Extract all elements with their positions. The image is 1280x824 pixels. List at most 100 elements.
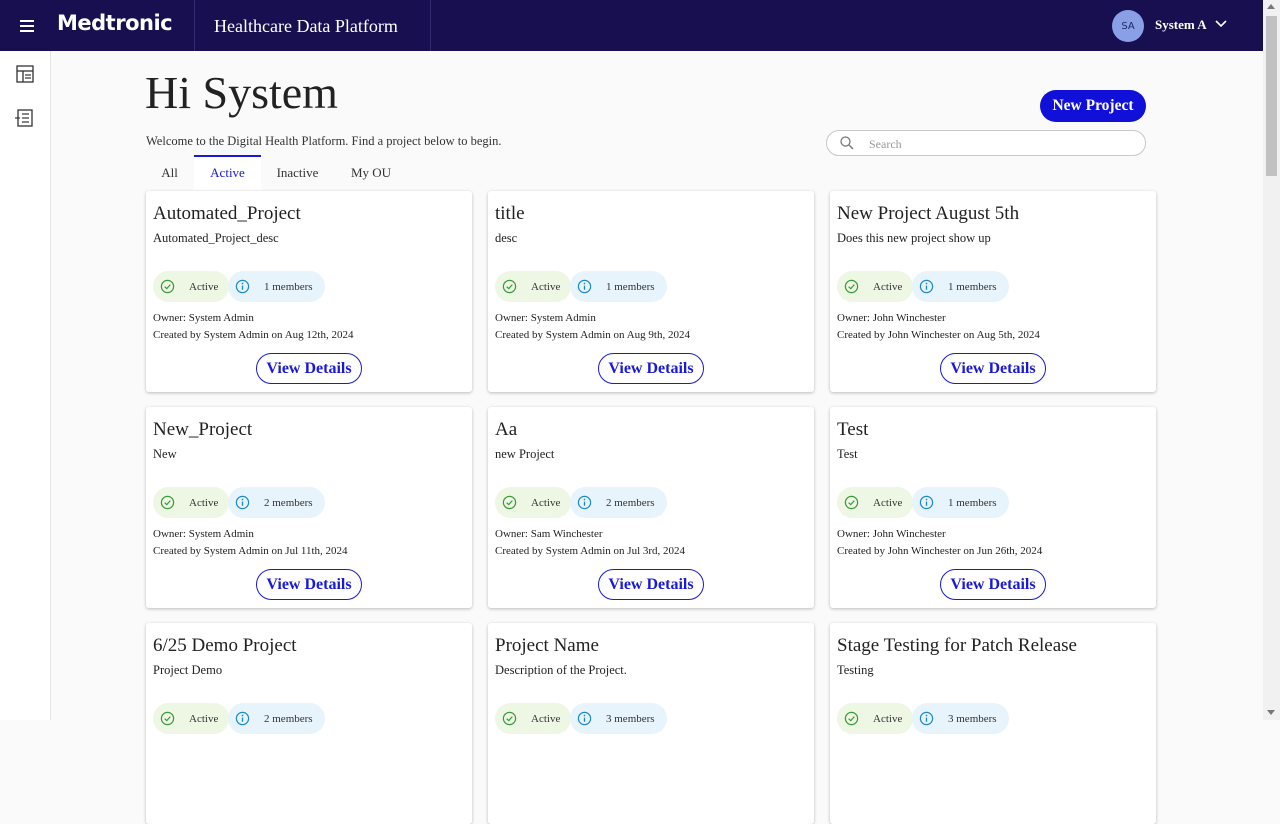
view-details-button[interactable]: View Details	[598, 353, 704, 384]
project-card[interactable]: Automated_Project Automated_Project_desc A…	[146, 191, 472, 392]
new-project-button[interactable]: New Project	[1040, 90, 1146, 122]
project-created: Created by System Admin on Jul 11th, 202…	[153, 545, 348, 557]
members-count: 1 members	[948, 496, 997, 509]
info-icon	[919, 279, 934, 294]
members-badge: 3 members	[570, 703, 667, 734]
check-circle-icon	[844, 279, 859, 294]
members-count: 2 members	[264, 712, 313, 725]
project-title: New_Project	[153, 419, 253, 440]
project-description: Does this new project show up	[837, 231, 991, 245]
members-count: 2 members	[264, 496, 313, 509]
view-details-button[interactable]: View Details	[598, 569, 704, 600]
welcome-text: Welcome to the Digital Health Platform. …	[146, 134, 502, 148]
project-title: Project Name	[495, 635, 599, 656]
project-card[interactable]: New Project August 5th Does this new proj…	[830, 191, 1156, 392]
project-card[interactable]: Project Name Description of the Project. A…	[488, 623, 814, 824]
project-card[interactable]: New_Project New Active 2 members Owner: Syst…	[146, 407, 472, 608]
status-badge: Active	[153, 703, 230, 734]
search-box[interactable]	[826, 130, 1146, 156]
view-details-button[interactable]: View Details	[940, 569, 1046, 600]
project-description: New	[153, 447, 177, 461]
project-description: Project Demo	[153, 663, 223, 677]
project-title: 6/25 Demo Project	[153, 635, 297, 656]
status-label: Active	[531, 712, 561, 725]
status-badge: Active	[837, 703, 914, 734]
project-card[interactable]: title desc Active 1 members Owner: System Ad…	[488, 191, 814, 392]
check-circle-icon	[160, 495, 175, 510]
project-owner: Owner: John Winchester	[837, 312, 946, 324]
tab-active[interactable]: Active	[194, 155, 261, 190]
members-count: 2 members	[606, 496, 655, 509]
project-description: desc	[495, 231, 518, 245]
scroll-up-arrow-icon[interactable]	[1267, 4, 1275, 9]
view-details-button[interactable]: View Details	[256, 353, 362, 384]
members-badge: 3 members	[912, 703, 1009, 734]
status-label: Active	[531, 280, 561, 293]
info-icon	[919, 711, 934, 726]
info-icon	[919, 495, 934, 510]
project-list-icon[interactable]	[15, 108, 35, 128]
status-badge: Active	[153, 487, 230, 518]
project-title: New Project August 5th	[837, 203, 1020, 224]
members-badge: 1 members	[912, 271, 1009, 302]
project-title: Automated_Project	[153, 203, 301, 224]
project-card[interactable]: 6/25 Demo Project Project Demo Active 2 mem…	[146, 623, 472, 824]
members-badge: 2 members	[228, 487, 325, 518]
view-details-button[interactable]: View Details	[256, 569, 362, 600]
check-circle-icon	[502, 495, 517, 510]
search-input[interactable]	[867, 134, 1141, 154]
info-icon	[577, 279, 592, 294]
project-owner: Owner: John Winchester	[837, 528, 946, 540]
status-badge: Active	[495, 703, 572, 734]
scroll-thumb[interactable]	[1266, 16, 1277, 176]
tab-my-ou[interactable]: My OU	[334, 155, 408, 190]
view-details-button[interactable]: View Details	[940, 353, 1046, 384]
status-badge: Active	[153, 271, 230, 302]
hamburger-menu-icon[interactable]	[14, 13, 40, 39]
project-created: Created by System Admin on Aug 9th, 2024	[495, 329, 690, 341]
tab-all[interactable]: All	[145, 155, 194, 190]
status-badge: Active	[837, 487, 914, 518]
page-greeting: Hi System	[145, 67, 338, 118]
side-rail	[0, 51, 51, 720]
platform-title: Healthcare Data Platform	[214, 16, 398, 36]
members-count: 3 members	[948, 712, 997, 725]
members-badge: 1 members	[912, 487, 1009, 518]
members-count: 1 members	[264, 280, 313, 293]
search-icon	[840, 136, 854, 150]
check-circle-icon	[160, 279, 175, 294]
info-icon	[235, 495, 250, 510]
project-description: new Project	[495, 447, 555, 461]
project-owner: Owner: System Admin	[153, 312, 254, 324]
user-avatar[interactable]: SA	[1112, 10, 1144, 42]
user-name[interactable]: System A	[1155, 17, 1207, 33]
chevron-down-icon[interactable]	[1215, 19, 1227, 29]
check-circle-icon	[844, 711, 859, 726]
project-card[interactable]: Aa new Project Active 2 members Owner: Sam W…	[488, 407, 814, 608]
appbar-divider	[430, 0, 431, 51]
project-created: Created by John Winchester on Jun 26th, …	[837, 545, 1043, 557]
info-icon	[235, 279, 250, 294]
project-owner: Owner: Sam Winchester	[495, 528, 603, 540]
project-created: Created by System Admin on Aug 12th, 202…	[153, 329, 354, 341]
status-label: Active	[189, 280, 219, 293]
project-title: title	[495, 203, 525, 224]
scroll-down-arrow-icon[interactable]	[1267, 710, 1275, 715]
check-circle-icon	[502, 279, 517, 294]
check-circle-icon	[160, 711, 175, 726]
status-label: Active	[189, 496, 219, 509]
project-description: Test	[837, 447, 858, 461]
status-label: Active	[873, 712, 903, 725]
page-scrollbar[interactable]	[1263, 0, 1280, 720]
tab-inactive[interactable]: Inactive	[261, 155, 334, 190]
project-card[interactable]: Stage Testing for Patch Release Testing Ac…	[830, 623, 1156, 824]
project-card[interactable]: Test Test Active 1 members Owner: John Winch…	[830, 407, 1156, 608]
project-title: Aa	[495, 419, 518, 440]
check-circle-icon	[844, 495, 859, 510]
project-owner: Owner: System Admin	[495, 312, 596, 324]
dashboard-icon[interactable]	[15, 64, 35, 84]
status-label: Active	[189, 712, 219, 725]
members-badge: 2 members	[570, 487, 667, 518]
brand-logo: Medtronic	[57, 11, 173, 35]
status-label: Active	[531, 496, 561, 509]
